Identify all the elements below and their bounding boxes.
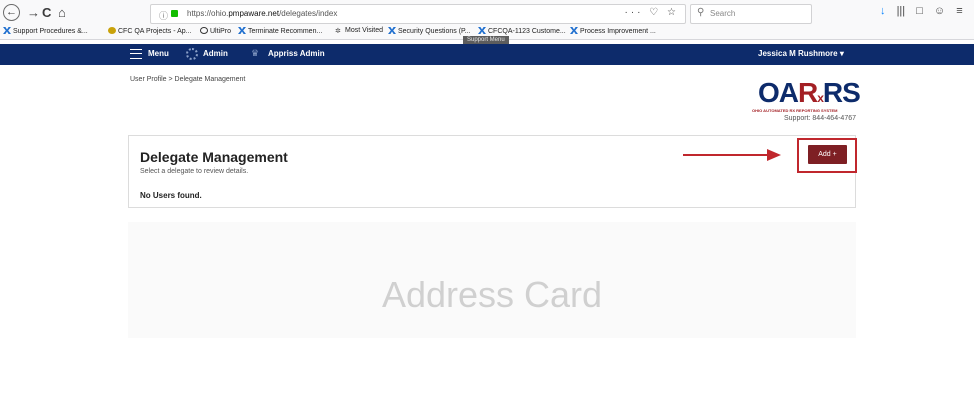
bookmark-item[interactable]: ✲ Most Visited [335,27,383,35]
bookmark-icon [478,27,486,34]
panel-subtitle: Select a delegate to review details. [140,168,249,175]
bookmark-item[interactable]: Support Procedures &... [3,27,88,35]
bookmark-item[interactable]: Process Improvement ... [570,27,656,35]
hamburger-icon[interactable] [130,49,142,59]
bookmark-icon [200,27,208,34]
bookmark-icon [388,27,396,34]
bookmark-icon [108,27,116,34]
reload-button[interactable]: C [42,6,51,20]
search-placeholder: Search [710,9,736,18]
oarrs-logo: OARxRS OHIO AUTOMATED RX REPORTING SYSTE… [750,78,861,128]
url-text[interactable]: https://ohio.pmpaware.net/delegates/inde… [187,9,337,18]
bookmark-item[interactable]: Security Questions (P... [388,27,471,35]
hamburger-menu-icon[interactable]: ≡ [956,5,962,17]
gear-icon [186,48,198,60]
bookmark-item[interactable]: UltiPro [200,27,231,35]
breadcrumb: User Profile > Delegate Management [130,76,246,83]
empty-state-text: No Users found. [140,191,202,200]
lock-icon [171,10,178,17]
back-button[interactable]: ← [3,4,20,21]
bookmark-item[interactable]: CFCQA-1123 Custome... [478,27,566,35]
menu-button[interactable]: Menu [148,49,169,58]
bookmark-icon [570,27,578,34]
add-delegate-button[interactable]: Add + [808,145,847,164]
arrow-annotation-icon [683,149,781,161]
gear-icon: ✲ [335,28,341,35]
address-card: Address Card [128,222,856,338]
page-title: Delegate Management [140,149,288,165]
page-actions-icon[interactable]: ··· ♡ ☆ [625,7,679,18]
logo-subtitle: OHIO AUTOMATED RX REPORTING SYSTEM [752,108,838,113]
search-input[interactable]: ⚲ Search [690,4,812,24]
download-icon[interactable]: ↓ [880,5,886,17]
admin-button[interactable]: Admin [203,49,228,58]
user-menu[interactable]: Jessica M Rushmore ▾ [758,49,844,58]
sidebar-icon[interactable]: □ [916,5,923,17]
library-icon[interactable]: ||| [897,5,906,17]
account-icon[interactable]: ☺ [934,5,945,17]
crown-icon: ♛ [251,48,260,58]
toolbar-icons: ↓ ||| □ ☺ ≡ [880,5,971,17]
search-icon: ⚲ [697,7,705,18]
info-icon[interactable]: ⓘ [159,9,168,22]
support-phone: Support: 844-464-4767 [784,115,856,122]
forward-button[interactable]: → [27,6,40,20]
bookmark-item[interactable]: Terminate Recommen... [238,27,322,35]
bookmark-item[interactable]: CFC QA Projects - Ap... [108,27,192,35]
home-button[interactable]: ⌂ [58,6,66,20]
bookmark-icon [3,27,11,34]
url-bar[interactable]: ⓘ https://ohio.pmpaware.net/delegates/in… [150,4,686,24]
appriss-admin-button[interactable]: Appriss Admin [268,49,325,58]
delegate-management-panel: Delegate Management Select a delegate to… [128,135,856,208]
bookmark-icon [238,27,246,34]
app-navbar: Menu Admin ♛ Appriss Admin Jessica M Rus… [0,44,974,65]
address-card-title: Address Card [381,274,603,315]
